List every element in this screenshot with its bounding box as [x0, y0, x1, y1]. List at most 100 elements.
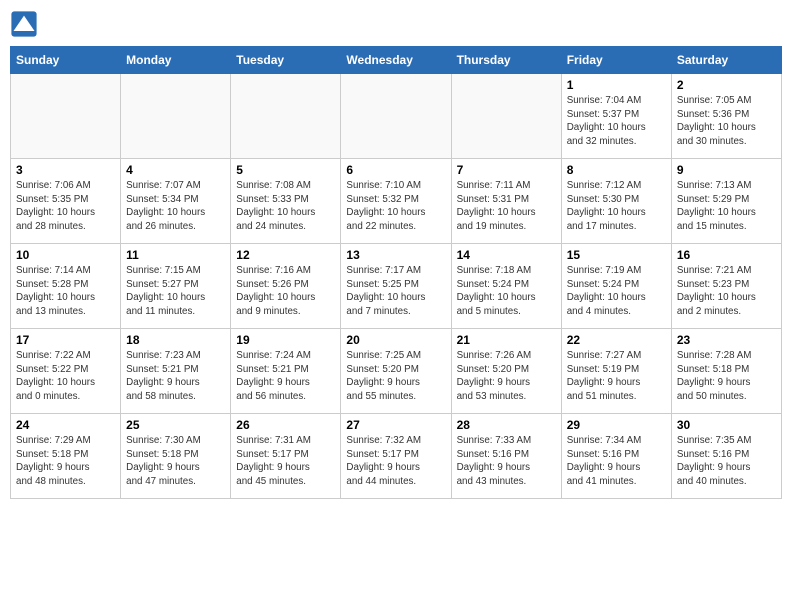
day-number: 15 [567, 248, 666, 262]
day-number: 3 [16, 163, 115, 177]
day-number: 16 [677, 248, 776, 262]
day-info: Sunrise: 7:07 AMSunset: 5:34 PMDaylight:… [126, 179, 225, 234]
day-number: 29 [567, 418, 666, 432]
weekday-header-tuesday: Tuesday [231, 47, 341, 74]
calendar-cell: 3 Sunrise: 7:06 AMSunset: 5:35 PMDaylight… [11, 159, 121, 244]
day-number: 28 [457, 418, 556, 432]
day-number: 2 [677, 78, 776, 92]
calendar-cell [341, 74, 451, 159]
day-info: Sunrise: 7:05 AMSunset: 5:36 PMDaylight:… [677, 94, 776, 149]
day-info: Sunrise: 7:18 AMSunset: 5:24 PMDaylight:… [457, 264, 556, 319]
day-info: Sunrise: 7:25 AMSunset: 5:20 PMDaylight:… [346, 349, 445, 404]
weekday-header-monday: Monday [121, 47, 231, 74]
day-number: 17 [16, 333, 115, 347]
calendar-cell [121, 74, 231, 159]
calendar-cell [451, 74, 561, 159]
day-info: Sunrise: 7:34 AMSunset: 5:16 PMDaylight:… [567, 434, 666, 489]
weekday-header-sunday: Sunday [11, 47, 121, 74]
logo-icon [10, 10, 38, 38]
calendar-cell: 25Sunrise: 7:30 AMSunset: 5:18 PMDayligh… [121, 414, 231, 499]
calendar-cell: 7 Sunrise: 7:11 AMSunset: 5:31 PMDaylight… [451, 159, 561, 244]
calendar-cell: 18Sunrise: 7:23 AMSunset: 5:21 PMDayligh… [121, 329, 231, 414]
calendar-week-row: 24Sunrise: 7:29 AMSunset: 5:18 PMDayligh… [11, 414, 782, 499]
calendar-cell: 21 Sunrise: 7:26 AMSunset: 5:20 PMDayligh… [451, 329, 561, 414]
day-number: 6 [346, 163, 445, 177]
day-number: 9 [677, 163, 776, 177]
day-number: 20 [346, 333, 445, 347]
calendar-cell: 11 Sunrise: 7:15 AMSunset: 5:27 PMDayligh… [121, 244, 231, 329]
day-info: Sunrise: 7:27 AMSunset: 5:19 PMDaylight:… [567, 349, 666, 404]
calendar-cell: 22 Sunrise: 7:27 AMSunset: 5:19 PMDayligh… [561, 329, 671, 414]
day-info: Sunrise: 7:26 AMSunset: 5:20 PMDaylight:… [457, 349, 556, 404]
calendar-cell: 5 Sunrise: 7:08 AMSunset: 5:33 PMDaylight… [231, 159, 341, 244]
calendar-cell [231, 74, 341, 159]
day-info: Sunrise: 7:06 AMSunset: 5:35 PMDaylight:… [16, 179, 115, 234]
calendar-body: 1 Sunrise: 7:04 AMSunset: 5:37 PMDaylight… [11, 74, 782, 499]
day-info: Sunrise: 7:15 AMSunset: 5:27 PMDaylight:… [126, 264, 225, 319]
day-number: 23 [677, 333, 776, 347]
weekday-header-thursday: Thursday [451, 47, 561, 74]
day-number: 30 [677, 418, 776, 432]
day-info: Sunrise: 7:13 AMSunset: 5:29 PMDaylight:… [677, 179, 776, 234]
day-number: 22 [567, 333, 666, 347]
day-info: Sunrise: 7:08 AMSunset: 5:33 PMDaylight:… [236, 179, 335, 234]
calendar-cell [11, 74, 121, 159]
day-number: 1 [567, 78, 666, 92]
day-info: Sunrise: 7:10 AMSunset: 5:32 PMDaylight:… [346, 179, 445, 234]
calendar-week-row: 17Sunrise: 7:22 AMSunset: 5:22 PMDayligh… [11, 329, 782, 414]
calendar-cell: 1 Sunrise: 7:04 AMSunset: 5:37 PMDaylight… [561, 74, 671, 159]
day-info: Sunrise: 7:28 AMSunset: 5:18 PMDaylight:… [677, 349, 776, 404]
day-info: Sunrise: 7:16 AMSunset: 5:26 PMDaylight:… [236, 264, 335, 319]
calendar-cell: 20 Sunrise: 7:25 AMSunset: 5:20 PMDayligh… [341, 329, 451, 414]
day-number: 10 [16, 248, 115, 262]
calendar-cell: 24Sunrise: 7:29 AMSunset: 5:18 PMDayligh… [11, 414, 121, 499]
calendar-cell: 16 Sunrise: 7:21 AMSunset: 5:23 PMDayligh… [671, 244, 781, 329]
day-number: 27 [346, 418, 445, 432]
calendar-table: SundayMondayTuesdayWednesdayThursdayFrid… [10, 46, 782, 499]
day-number: 7 [457, 163, 556, 177]
calendar-cell: 17Sunrise: 7:22 AMSunset: 5:22 PMDayligh… [11, 329, 121, 414]
day-number: 5 [236, 163, 335, 177]
day-info: Sunrise: 7:21 AMSunset: 5:23 PMDaylight:… [677, 264, 776, 319]
calendar-header: SundayMondayTuesdayWednesdayThursdayFrid… [11, 47, 782, 74]
day-number: 12 [236, 248, 335, 262]
day-info: Sunrise: 7:32 AMSunset: 5:17 PMDaylight:… [346, 434, 445, 489]
page-header [10, 10, 782, 38]
day-info: Sunrise: 7:24 AMSunset: 5:21 PMDaylight:… [236, 349, 335, 404]
day-info: Sunrise: 7:12 AMSunset: 5:30 PMDaylight:… [567, 179, 666, 234]
logo [10, 10, 42, 38]
day-number: 26 [236, 418, 335, 432]
calendar-week-row: 3 Sunrise: 7:06 AMSunset: 5:35 PMDaylight… [11, 159, 782, 244]
day-number: 13 [346, 248, 445, 262]
weekday-header-saturday: Saturday [671, 47, 781, 74]
calendar-cell: 8 Sunrise: 7:12 AMSunset: 5:30 PMDaylight… [561, 159, 671, 244]
weekday-header-friday: Friday [561, 47, 671, 74]
day-info: Sunrise: 7:04 AMSunset: 5:37 PMDaylight:… [567, 94, 666, 149]
calendar-cell: 15 Sunrise: 7:19 AMSunset: 5:24 PMDayligh… [561, 244, 671, 329]
day-info: Sunrise: 7:11 AMSunset: 5:31 PMDaylight:… [457, 179, 556, 234]
calendar-cell: 23 Sunrise: 7:28 AMSunset: 5:18 PMDayligh… [671, 329, 781, 414]
day-info: Sunrise: 7:19 AMSunset: 5:24 PMDaylight:… [567, 264, 666, 319]
day-number: 18 [126, 333, 225, 347]
calendar-week-row: 10 Sunrise: 7:14 AMSunset: 5:28 PMDayligh… [11, 244, 782, 329]
calendar-cell: 14 Sunrise: 7:18 AMSunset: 5:24 PMDayligh… [451, 244, 561, 329]
day-number: 25 [126, 418, 225, 432]
weekday-header-wednesday: Wednesday [341, 47, 451, 74]
day-info: Sunrise: 7:14 AMSunset: 5:28 PMDaylight:… [16, 264, 115, 319]
day-info: Sunrise: 7:33 AMSunset: 5:16 PMDaylight:… [457, 434, 556, 489]
calendar-cell: 28 Sunrise: 7:33 AMSunset: 5:16 PMDayligh… [451, 414, 561, 499]
calendar-cell: 19 Sunrise: 7:24 AMSunset: 5:21 PMDayligh… [231, 329, 341, 414]
calendar-cell: 27 Sunrise: 7:32 AMSunset: 5:17 PMDayligh… [341, 414, 451, 499]
day-number: 8 [567, 163, 666, 177]
day-number: 11 [126, 248, 225, 262]
day-info: Sunrise: 7:29 AMSunset: 5:18 PMDaylight:… [16, 434, 115, 489]
day-info: Sunrise: 7:35 AMSunset: 5:16 PMDaylight:… [677, 434, 776, 489]
calendar-cell: 2 Sunrise: 7:05 AMSunset: 5:36 PMDaylight… [671, 74, 781, 159]
day-number: 19 [236, 333, 335, 347]
day-info: Sunrise: 7:17 AMSunset: 5:25 PMDaylight:… [346, 264, 445, 319]
calendar-cell: 26Sunrise: 7:31 AMSunset: 5:17 PMDayligh… [231, 414, 341, 499]
calendar-cell: 30 Sunrise: 7:35 AMSunset: 5:16 PMDayligh… [671, 414, 781, 499]
day-number: 21 [457, 333, 556, 347]
day-number: 14 [457, 248, 556, 262]
calendar-week-row: 1 Sunrise: 7:04 AMSunset: 5:37 PMDaylight… [11, 74, 782, 159]
